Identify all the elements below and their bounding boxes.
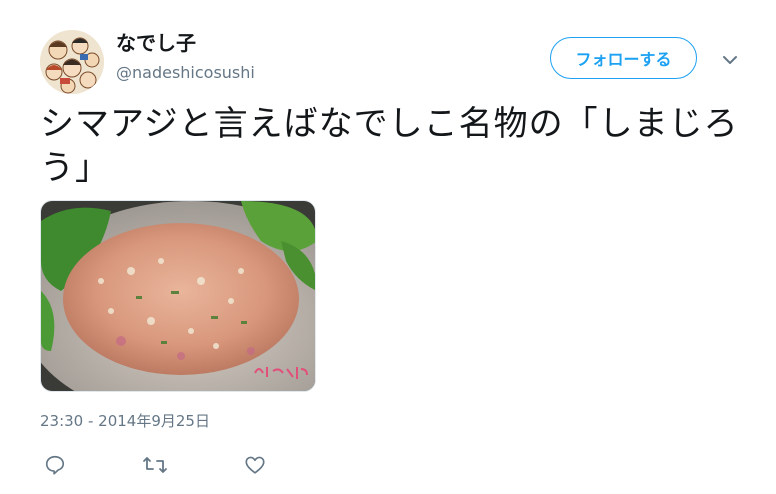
display-name[interactable]: なでし子	[116, 30, 196, 56]
heart-icon[interactable]	[240, 450, 270, 480]
tweet-photo[interactable]	[40, 200, 316, 392]
retweet-icon[interactable]	[140, 450, 170, 480]
food-photo-image	[41, 201, 315, 391]
tweet-actions	[40, 450, 340, 480]
follow-button[interactable]: フォローする	[550, 37, 697, 79]
tweet-timestamp[interactable]: 23:30 - 2014年9月25日	[40, 410, 210, 432]
user-handle[interactable]: @nadeshicosushi	[116, 62, 255, 84]
avatar-illustration	[40, 30, 104, 94]
tweet-card: なでし子 @nadeshicosushi フォローする シマアジと言えばなでしこ…	[0, 0, 776, 494]
tweet-text: シマアジと言えばなでしこ名物の「しまじろう」	[40, 104, 739, 188]
avatar[interactable]	[40, 30, 104, 94]
chevron-down-icon[interactable]	[720, 50, 740, 70]
reply-icon[interactable]	[40, 450, 70, 480]
